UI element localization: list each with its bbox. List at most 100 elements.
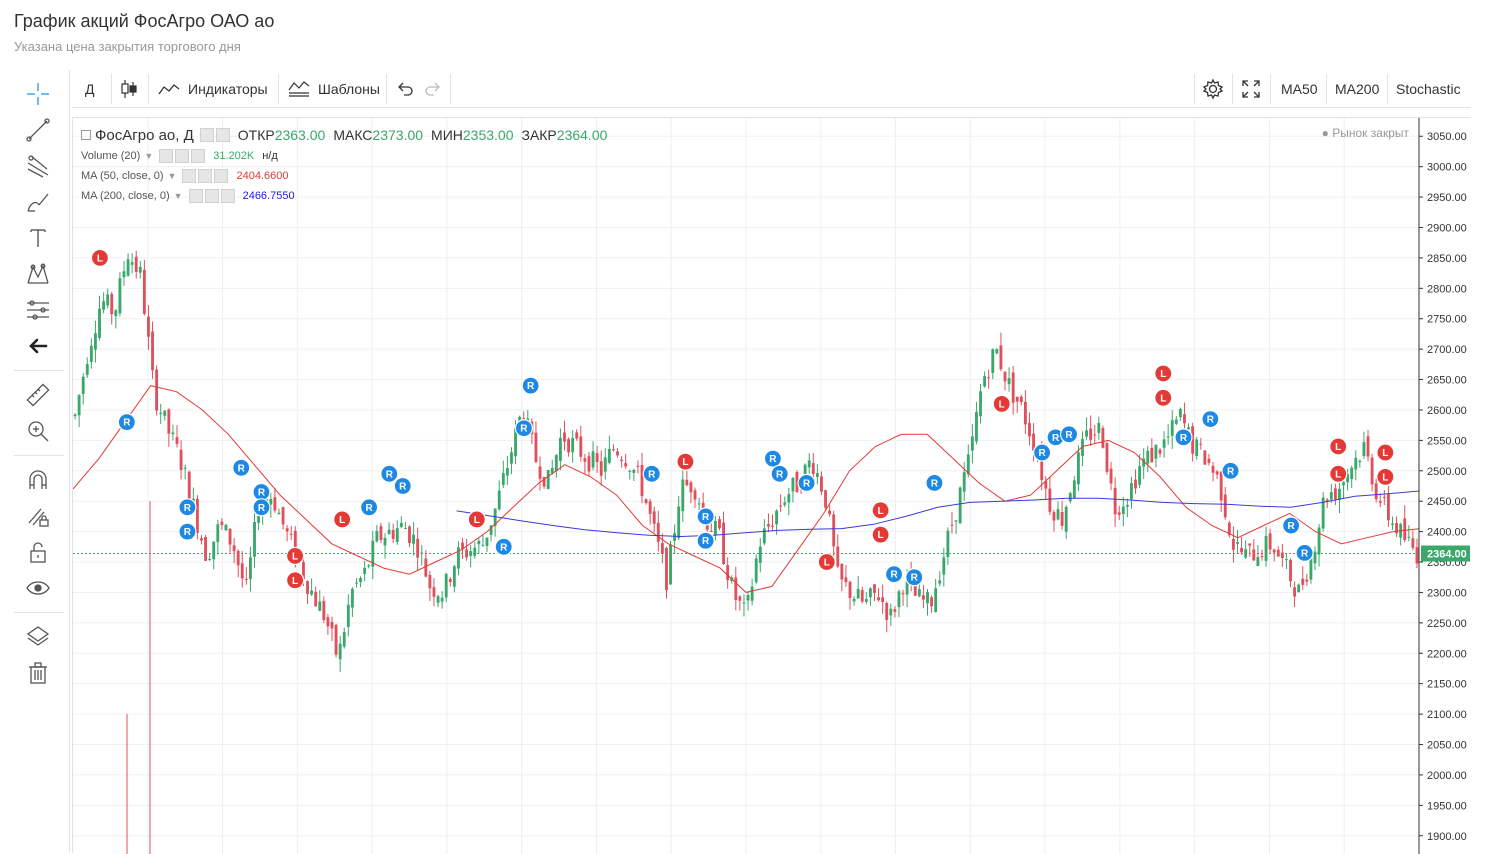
ruler-icon[interactable] xyxy=(20,380,56,410)
candle-body xyxy=(1170,420,1174,436)
templates-button[interactable]: Шаблоны xyxy=(288,70,380,108)
undo-icon[interactable] xyxy=(396,70,414,108)
indicator-ma200[interactable]: MA (200, close, 0) ▼ 2466.7550 xyxy=(81,186,607,206)
marker-r[interactable]: R xyxy=(770,464,789,483)
candle-body xyxy=(1354,457,1358,470)
marker-r[interactable]: R xyxy=(1282,516,1301,535)
back-arrow-icon[interactable] xyxy=(20,331,56,361)
marker-l[interactable]: L xyxy=(285,571,305,590)
candle-body xyxy=(685,479,689,486)
marker-r[interactable]: R xyxy=(925,473,944,493)
indicator-volume[interactable]: Volume (20) ▼ 31.202K н/д xyxy=(81,146,607,166)
trend-line-icon[interactable] xyxy=(20,115,56,145)
marker-r[interactable]: R xyxy=(521,376,540,395)
candle-body xyxy=(640,465,644,497)
marker-label: R xyxy=(123,418,131,429)
marker-l[interactable]: L xyxy=(467,510,486,529)
price-chart[interactable]: LRRRRRRLLLRRRLRRRRLRRRRRLLLR RRLRR RLLRRRR… xyxy=(73,118,1472,854)
candle-body xyxy=(1248,543,1252,546)
lock-drawing-icon[interactable] xyxy=(20,501,56,531)
marker-r[interactable]: R xyxy=(1174,428,1193,447)
marker-r[interactable]: R xyxy=(252,482,271,502)
prediction-icon[interactable] xyxy=(20,295,56,325)
marker-r[interactable]: R xyxy=(178,498,197,517)
fullscreen-icon[interactable] xyxy=(1242,70,1260,108)
candle-body xyxy=(1403,518,1407,541)
marker-r[interactable]: R xyxy=(393,476,412,496)
marker-l[interactable]: L xyxy=(871,525,890,544)
indicator-label: Volume (20) xyxy=(81,150,141,162)
drawing-toolbar xyxy=(0,70,70,853)
marker-l[interactable]: L xyxy=(333,510,352,529)
marker-r[interactable]: R xyxy=(232,458,251,477)
marker-r[interactable]: R xyxy=(1201,409,1220,429)
candle-body xyxy=(677,506,681,539)
marker-r[interactable]: R xyxy=(117,413,136,432)
candle-body xyxy=(1064,506,1068,532)
marker-l[interactable]: L xyxy=(285,546,305,566)
magnet-icon[interactable] xyxy=(20,465,56,495)
layers-icon[interactable] xyxy=(20,622,56,652)
indicator-ma50[interactable]: MA (50, close, 0) ▼ 2404.6600 xyxy=(81,166,607,186)
marker-r[interactable]: R xyxy=(514,419,534,438)
redo-icon[interactable] xyxy=(424,70,442,108)
marker-r[interactable]: R xyxy=(797,473,816,493)
candles-icon[interactable] xyxy=(120,70,138,108)
unlock-icon[interactable] xyxy=(20,537,56,567)
marker-r[interactable]: R xyxy=(380,464,399,483)
marker-r[interactable]: R xyxy=(252,498,271,517)
marker-r[interactable]: R xyxy=(360,498,379,517)
pitchfork-icon[interactable] xyxy=(20,151,56,181)
marker-l[interactable]: L xyxy=(1329,464,1348,483)
ma200-button[interactable]: MA200 xyxy=(1335,70,1379,108)
marker-r[interactable]: R xyxy=(1059,425,1079,444)
candle-body xyxy=(983,376,987,387)
eye-icon[interactable] xyxy=(20,573,56,603)
chart-area[interactable]: LRRRRRRLLLRRRLRRRRLRRRRRLLLRRRLRRRLLRRRR… xyxy=(72,117,1472,854)
marker-l[interactable]: L xyxy=(676,452,695,471)
pattern-icon[interactable] xyxy=(20,259,56,289)
indicators-button[interactable]: Индикаторы xyxy=(158,70,268,108)
candle-body xyxy=(387,529,391,535)
marker-l[interactable]: L xyxy=(1376,443,1395,462)
marker-r[interactable]: R xyxy=(696,507,715,526)
marker-r[interactable]: R xyxy=(763,449,783,468)
marker-l[interactable]: L xyxy=(1154,364,1173,383)
candle-body xyxy=(746,595,750,601)
marker-label: R xyxy=(184,527,192,538)
candle-body xyxy=(901,593,905,595)
marker-r[interactable]: R xyxy=(1033,443,1052,462)
marker-r[interactable]: R xyxy=(494,537,513,556)
brush-icon[interactable] xyxy=(20,187,56,217)
candle-body xyxy=(995,349,999,354)
marker-r[interactable]: R xyxy=(1221,461,1240,480)
marker-l[interactable]: L xyxy=(1376,467,1395,486)
ma50-button[interactable]: MA50 xyxy=(1281,70,1318,108)
text-icon[interactable] xyxy=(20,223,56,253)
collapse-legend-icon[interactable] xyxy=(81,130,91,140)
trash-icon[interactable] xyxy=(20,658,56,688)
candle-body xyxy=(391,530,395,539)
marker-l[interactable]: L xyxy=(817,552,836,572)
candle-body xyxy=(1342,482,1345,486)
crosshair-icon[interactable] xyxy=(20,79,56,109)
marker-l[interactable]: L xyxy=(992,394,1011,413)
marker-l[interactable]: L xyxy=(90,248,110,268)
marker-l[interactable]: L xyxy=(871,501,890,520)
settings-gear-icon[interactable] xyxy=(1202,70,1224,108)
marker-r[interactable]: R xyxy=(642,464,661,483)
marker-l[interactable]: L xyxy=(1329,437,1348,456)
marker-r[interactable]: R xyxy=(1295,543,1314,563)
marker-r[interactable]: R xyxy=(696,531,715,550)
marker-r[interactable]: R xyxy=(884,565,904,584)
legend-controls[interactable] xyxy=(199,128,230,142)
price-tick-label: 2250.00 xyxy=(1427,618,1467,630)
marker-r[interactable]: R xyxy=(178,522,197,541)
candle-body xyxy=(244,578,248,580)
interval-button[interactable]: Д xyxy=(85,70,94,108)
stochastic-button[interactable]: Stochastic xyxy=(1396,70,1461,108)
marker-l[interactable]: L xyxy=(1154,388,1173,407)
zoom-in-icon[interactable] xyxy=(20,416,56,446)
candle-body xyxy=(1117,512,1121,515)
marker-r[interactable]: R xyxy=(905,568,924,587)
